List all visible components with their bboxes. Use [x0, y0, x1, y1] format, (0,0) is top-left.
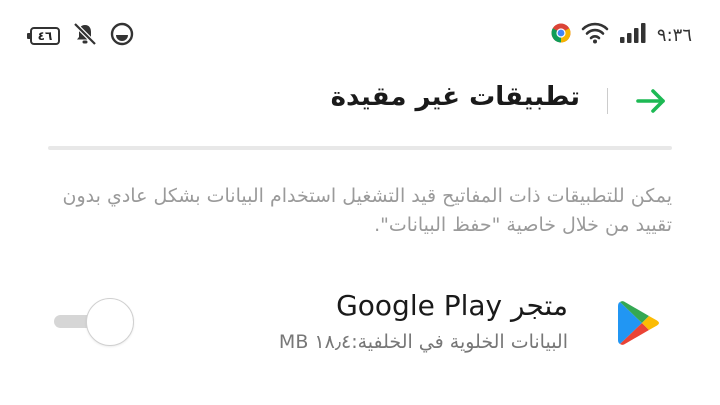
page-title: تطبيقات غير مقيدة — [330, 82, 580, 112]
description-text: يمكن للتطبيقات ذات المفاتيح قيد التشغيل … — [62, 185, 672, 236]
header-separator — [48, 146, 672, 150]
status-bar: ٤٦ ٩:٣٦ — [0, 0, 720, 70]
back-button[interactable] — [634, 84, 668, 118]
battery-icon: ٤٦ — [27, 27, 60, 45]
notifications-muted-icon — [72, 22, 98, 50]
header-divider — [607, 88, 608, 114]
unrestricted-data-toggle[interactable] — [54, 298, 134, 346]
signal-icon — [619, 22, 647, 48]
wifi-icon — [581, 22, 609, 48]
app-name: متجر Google Play — [336, 289, 568, 322]
app-row-google-play[interactable]: متجر Google Play البيانات الخلوية في الخ… — [0, 285, 720, 365]
status-left-icons: ٤٦ — [27, 22, 134, 50]
page-header: تطبيقات غير مقيدة — [0, 72, 720, 132]
focus-mode-icon — [110, 22, 134, 50]
status-time: ٩:٣٦ — [656, 24, 692, 46]
google-play-icon — [616, 299, 660, 347]
back-arrow-icon — [636, 89, 665, 113]
app-background-data-usage: البيانات الخلوية في الخلفية:١٨٫٤ MB — [278, 331, 568, 353]
chrome-icon — [551, 23, 571, 47]
toggle-knob — [86, 298, 134, 346]
status-right-icons: ٩:٣٦ — [551, 22, 692, 48]
battery-level: ٤٦ — [37, 29, 53, 43]
